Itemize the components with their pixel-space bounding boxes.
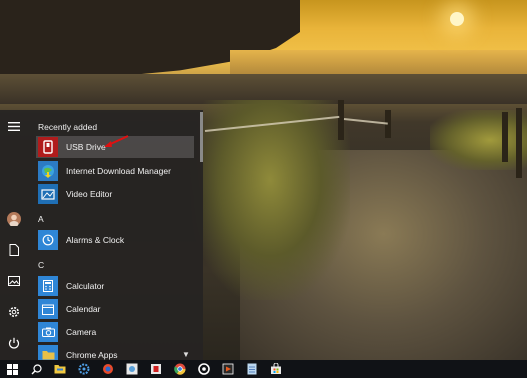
app-item-internet-download-manager[interactable]: Internet Download Manager [36,160,194,182]
app-item-alarms-clock[interactable]: Alarms & Clock [36,229,194,251]
calculator-icon [38,276,58,296]
folder-icon [38,345,58,360]
fence-post [502,112,508,162]
clock-icon [38,230,58,250]
app-item-calculator[interactable]: Calculator [36,275,194,297]
fence-rope [343,118,388,125]
red-app-icon[interactable] [144,360,168,378]
search-icon[interactable] [24,360,48,378]
app-label: Calendar [66,304,101,314]
user-avatar[interactable] [4,209,24,229]
recently-added-heading: Recently added [38,122,98,132]
annotation-arrow-icon [104,135,129,147]
notepad-icon[interactable] [240,360,264,378]
circle-app-icon[interactable] [192,360,216,378]
wallpaper-grass-right [430,110,527,170]
calendar-icon [38,299,58,319]
usb-drive-icon [38,137,58,157]
power-icon[interactable] [4,333,24,353]
hamburger-menu-icon[interactable] [4,116,24,136]
section-letter-a[interactable]: A [38,214,44,224]
windows-start-icon[interactable] [0,360,24,378]
fence-post [516,108,522,178]
wallpaper-sea [230,50,527,74]
app-label: Calculator [66,281,105,291]
media-icon[interactable] [216,360,240,378]
app-label: Camera [66,327,97,337]
photo-app-icon[interactable] [120,360,144,378]
file-explorer-icon[interactable] [48,360,72,378]
taskbar [0,360,527,378]
app-icon[interactable] [96,360,120,378]
settings-gear-icon[interactable] [4,302,24,322]
start-menu-rail [0,110,28,360]
app-label: Chrome Apps [66,350,118,360]
chrome-icon[interactable] [168,360,192,378]
app-item-video-editor[interactable]: Video Editor [36,183,194,205]
idm-globe-icon [38,161,58,181]
app-list-scrollbar[interactable] [200,112,203,162]
pictures-icon[interactable] [4,271,24,291]
app-label: Alarms & Clock [66,235,125,245]
wallpaper-sun [450,12,464,26]
section-letter-c[interactable]: C [38,260,44,270]
gear-app-icon[interactable] [72,360,96,378]
app-item-calendar[interactable]: Calendar [36,298,194,320]
app-item-camera[interactable]: Camera [36,321,194,343]
video-editor-icon [38,184,58,204]
app-item-chrome-apps[interactable]: Chrome Apps [36,344,194,360]
document-icon[interactable] [4,240,24,260]
chevron-down-icon[interactable]: ▼ [182,350,190,359]
app-label: Video Editor [66,189,113,199]
camera-icon [38,322,58,342]
app-label: USB Drive [66,142,106,152]
app-label: Internet Download Manager [66,166,171,176]
store-icon[interactable] [264,360,288,378]
